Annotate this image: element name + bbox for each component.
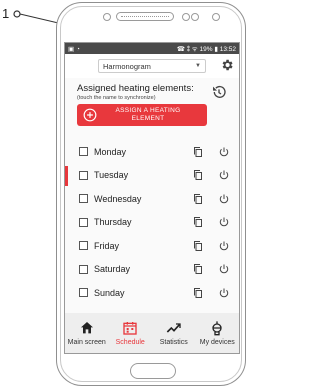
day-label: Wednesday xyxy=(94,193,142,204)
day-row[interactable]: Monday xyxy=(65,140,239,164)
day-row[interactable]: Sunday xyxy=(65,281,239,305)
nav-item-main-screen[interactable]: Main screen xyxy=(65,313,109,353)
day-label: Sunday xyxy=(94,287,125,298)
schedule-dropdown[interactable]: Harmonogram ▼ xyxy=(98,59,206,73)
assign-button-line1: ASSIGN A HEATING xyxy=(115,107,181,114)
power-icon[interactable] xyxy=(218,263,230,275)
power-icon[interactable] xyxy=(218,216,230,228)
day-label: Tuesday xyxy=(94,170,129,181)
assign-button-label: ASSIGN A HEATING ELEMENT xyxy=(97,107,207,123)
day-label: Monday xyxy=(94,146,127,157)
selection-indicator xyxy=(65,165,68,186)
day-row[interactable]: Thursday xyxy=(65,211,239,235)
status-right-text: ☎ ⁑ ᯤ 19% ▮ 13:52 xyxy=(176,46,236,53)
chevron-down-icon: ▼ xyxy=(195,63,201,69)
home-icon xyxy=(80,322,93,334)
copy-icon[interactable] xyxy=(192,216,204,228)
phone-sensor xyxy=(191,13,199,21)
bottom-nav: Main screen Schedule Statistics My devices xyxy=(65,313,239,353)
plus-circle-icon xyxy=(83,108,97,122)
phone-speaker xyxy=(116,12,174,21)
day-row[interactable]: Saturday xyxy=(65,258,239,282)
day-label: Friday xyxy=(94,240,120,251)
nav-label: Main screen xyxy=(67,339,106,346)
assigned-title: Assigned heating elements: xyxy=(77,83,194,94)
copy-icon[interactable] xyxy=(192,240,204,252)
power-icon[interactable] xyxy=(218,287,230,299)
app-screen: ▣ ◔ ☎ ⁑ ᯤ 19% ▮ 13:52 Harmonogram ▼ Assi… xyxy=(64,42,240,354)
nav-label: My devices xyxy=(199,339,235,346)
day-label: Thursday xyxy=(94,217,132,228)
nav-label: Statistics xyxy=(159,339,188,346)
day-checkbox[interactable] xyxy=(79,170,88,180)
copy-icon[interactable] xyxy=(192,146,204,158)
day-row[interactable]: Friday xyxy=(65,234,239,258)
status-bar: ▣ ◔ ☎ ⁑ ᯤ 19% ▮ 13:52 xyxy=(65,43,239,54)
calendar-icon xyxy=(123,322,137,335)
assign-heating-element-button[interactable]: ASSIGN A HEATING ELEMENT xyxy=(77,104,207,126)
copy-icon[interactable] xyxy=(192,263,204,275)
gear-icon[interactable] xyxy=(220,58,234,72)
assigned-hint: (touch the name to synchronize) xyxy=(77,95,156,101)
assigned-elements-section: Assigned heating elements: (touch the na… xyxy=(65,78,239,140)
day-checkbox[interactable] xyxy=(79,288,88,298)
dropdown-value: Harmonogram xyxy=(103,61,151,71)
power-icon[interactable] xyxy=(218,193,230,205)
power-icon[interactable] xyxy=(218,146,230,158)
copy-icon[interactable] xyxy=(192,193,204,205)
copy-icon[interactable] xyxy=(192,169,204,181)
day-checkbox[interactable] xyxy=(79,241,88,251)
day-label: Saturday xyxy=(94,264,131,275)
assign-button-line2: ELEMENT xyxy=(131,115,165,122)
nav-item-schedule[interactable]: Schedule xyxy=(109,313,153,353)
day-checkbox[interactable] xyxy=(79,217,88,227)
callout-number: 1 xyxy=(2,6,10,21)
history-icon[interactable] xyxy=(211,84,227,100)
phone-camera xyxy=(103,13,111,21)
status-left-icons: ▣ ◔ xyxy=(68,45,80,53)
nav-item-my-devices[interactable]: My devices xyxy=(196,313,240,353)
power-icon[interactable] xyxy=(218,169,230,181)
phone-home-button[interactable] xyxy=(130,363,176,379)
day-checkbox[interactable] xyxy=(79,194,88,204)
phone-front-camera xyxy=(212,13,220,21)
phone-sensor xyxy=(182,13,190,21)
day-checkbox[interactable] xyxy=(79,147,88,157)
copy-icon[interactable] xyxy=(192,287,204,299)
day-row[interactable]: Wednesday xyxy=(65,187,239,211)
chart-icon xyxy=(166,323,181,333)
days-list: Monday Tuesday Wednesday Thursday Friday Satu… xyxy=(65,140,239,305)
nav-item-statistics[interactable]: Statistics xyxy=(152,313,196,353)
power-icon[interactable] xyxy=(218,240,230,252)
nav-label: Schedule xyxy=(115,339,145,346)
day-checkbox[interactable] xyxy=(79,264,88,274)
top-bar: Harmonogram ▼ xyxy=(65,54,239,78)
day-row[interactable]: Tuesday xyxy=(65,164,239,188)
devices-icon xyxy=(212,321,222,336)
